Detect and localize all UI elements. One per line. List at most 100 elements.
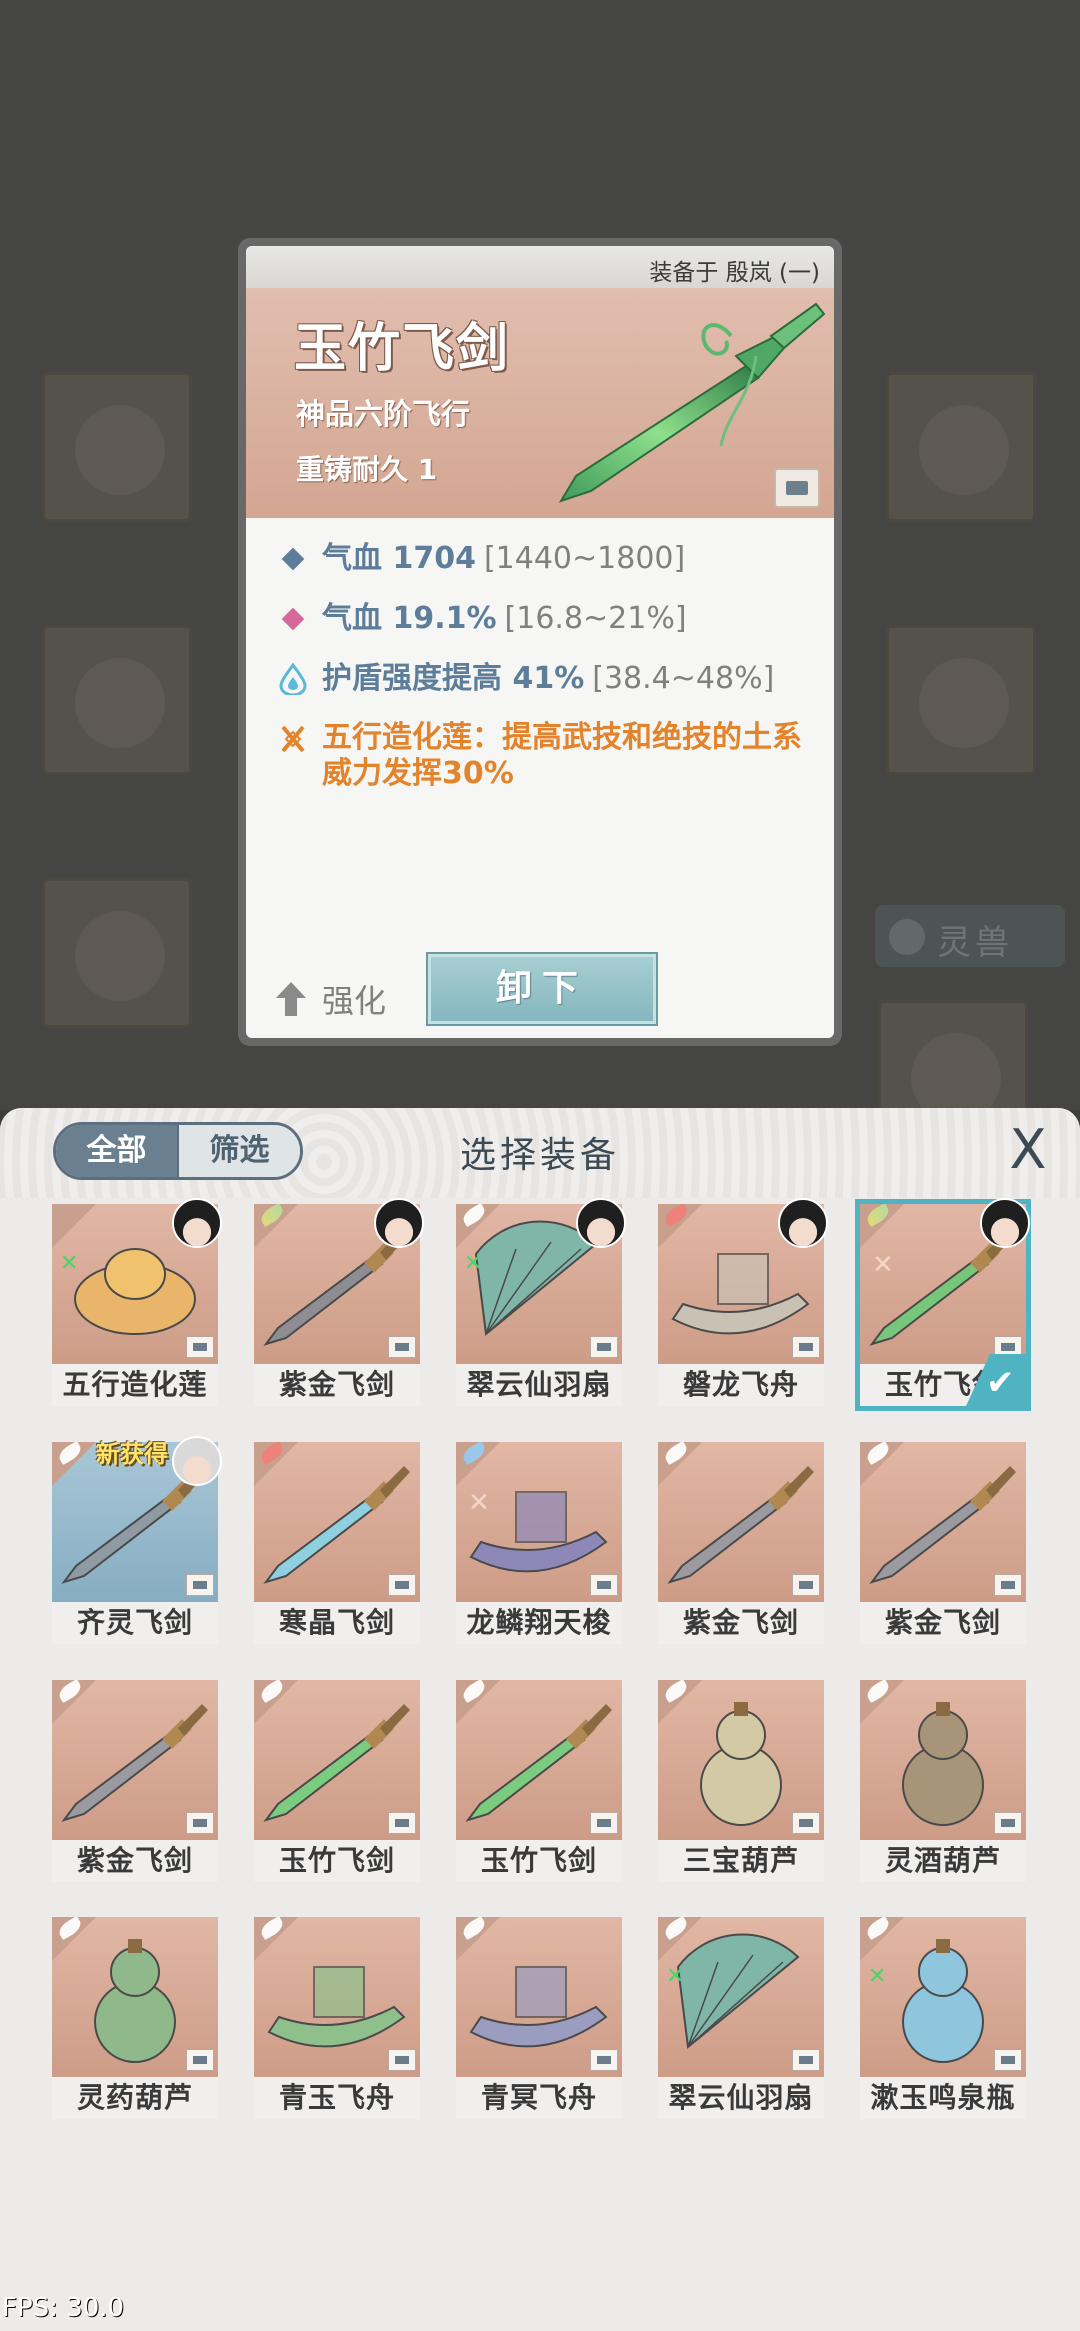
equipment-card[interactable]: 紫金飞剑: [860, 1442, 1026, 1644]
item-detail-popup: 装备于 殷岚 (一) 玉竹飞剑 神品六阶飞行 重铸耐久 1 气血 1704 [1…: [238, 238, 842, 1046]
wing-rank-icon: [52, 1680, 96, 1724]
stat-value: 气血 1704: [322, 541, 476, 576]
equipment-name: 齐灵飞剑: [52, 1602, 218, 1644]
unequip-button[interactable]: 卸下: [426, 952, 658, 1026]
equipment-card[interactable]: 紫金飞剑: [254, 1198, 424, 1406]
lock-icon: [590, 1574, 618, 1596]
owner-avatar: [980, 1198, 1030, 1248]
bg-equip-slot: [886, 625, 1036, 775]
lock-icon: [792, 2049, 820, 2071]
owner-avatar: [778, 1198, 828, 1248]
equipment-card[interactable]: 灵药葫芦: [52, 1917, 218, 2119]
equipment-card[interactable]: ✕ 翠云仙羽扇: [456, 1198, 626, 1406]
equipment-card[interactable]: 三宝葫芦: [658, 1680, 824, 1882]
stat-range: [1440~1800]: [483, 541, 686, 576]
equipment-card[interactable]: ✕ 玉竹飞剑 ✔: [855, 1198, 1031, 1411]
equipment-image: [52, 1917, 218, 2077]
equipment-name: 寒晶飞剑: [254, 1602, 420, 1644]
equipment-card[interactable]: 灵酒葫芦: [860, 1680, 1026, 1882]
equipment-card[interactable]: 新获得 齐灵飞剑: [52, 1436, 222, 1644]
five-elements-icon: [274, 720, 312, 758]
equipment-image: ✕: [658, 1917, 824, 2077]
equipment-card[interactable]: 青玉飞舟: [254, 1917, 420, 2119]
stat-row: 气血 1704 [1440~1800]: [274, 540, 812, 578]
lock-icon: [186, 2049, 214, 2071]
equipment-name: 龙鳞翔天梭: [456, 1602, 622, 1644]
equipment-card[interactable]: ✕ 翠云仙羽扇: [658, 1917, 824, 2119]
stat-range: [16.8~21%]: [504, 601, 687, 636]
equipment-card[interactable]: 寒晶飞剑: [254, 1442, 420, 1644]
bg-spirit-beast-tab: 灵兽: [875, 905, 1065, 967]
equipment-image: [658, 1680, 824, 1840]
wing-rank-icon: [860, 1680, 904, 1724]
lock-icon: [590, 1812, 618, 1834]
owner-avatar: [172, 1198, 222, 1248]
equipment-image: ✕: [860, 1917, 1026, 2077]
item-detail-header: 装备于 殷岚 (一) 玉竹飞剑 神品六阶飞行 重铸耐久 1: [246, 246, 834, 518]
equipment-name: 翠云仙羽扇: [456, 1364, 622, 1406]
equipment-name: 紫金飞剑: [52, 1840, 218, 1882]
owner-avatar: [172, 1436, 222, 1486]
enhance-label: 强化: [322, 982, 387, 1020]
equipment-name: 三宝葫芦: [658, 1840, 824, 1882]
owner-avatar: [576, 1198, 626, 1248]
equipment-name: 玉竹飞剑: [254, 1840, 420, 1882]
wing-rank-icon: [52, 1204, 96, 1248]
lock-icon: [792, 1812, 820, 1834]
equipment-card[interactable]: ✕ 五行造化莲: [52, 1198, 222, 1406]
equipment-card[interactable]: ✕ 漱玉鸣泉瓶: [860, 1917, 1026, 2119]
equipment-card[interactable]: 磐龙飞舟: [658, 1198, 828, 1406]
wing-rank-icon: [658, 1680, 702, 1724]
equipment-card[interactable]: ✕ 龙鳞翔天梭: [456, 1442, 622, 1644]
lock-icon: [186, 1812, 214, 1834]
equipment-image: [254, 1442, 420, 1602]
enhance-button[interactable]: 强化: [276, 976, 386, 1022]
equipment-select-panel: 全部 筛选 选择装备 X ✕ 五行造化莲 紫金飞剑 ✕ 翠云仙羽扇 磐龙飞舟 ✕ 玉竹飞剑 ✔ 新…: [0, 1108, 1080, 2331]
stat-row: 护盾强度提高 41% [38.4~48%]: [274, 660, 812, 698]
water-drop-icon: [274, 660, 312, 698]
item-detail-card: 装备于 殷岚 (一) 玉竹飞剑 神品六阶飞行 重铸耐久 1 气血 1704 [1…: [246, 246, 834, 1038]
wing-rank-icon: [254, 1917, 298, 1961]
equipment-image: [860, 1680, 1026, 1840]
equipment-name: 灵酒葫芦: [860, 1840, 1026, 1882]
equipment-name: 翠云仙羽扇: [658, 2077, 824, 2119]
panel-title: 选择装备: [459, 1135, 620, 1176]
equipment-name: 紫金飞剑: [658, 1602, 824, 1644]
equipment-card[interactable]: 紫金飞剑: [52, 1680, 218, 1882]
bg-equip-slot: [42, 878, 192, 1028]
lock-icon: [590, 1336, 618, 1358]
equipment-name: 五行造化莲: [52, 1364, 218, 1406]
lock-icon[interactable]: [774, 468, 820, 508]
stat-row: 气血 19.1% [16.8~21%]: [274, 600, 812, 638]
equipment-card[interactable]: 青冥飞舟: [456, 1917, 622, 2119]
checkmark-icon: ✔: [986, 1363, 1015, 1403]
green-clover-icon: ✕: [464, 1251, 483, 1276]
equipment-name: 青冥飞舟: [456, 2077, 622, 2119]
green-clover-icon: ✕: [868, 1964, 887, 1989]
equipment-card[interactable]: 玉竹飞剑: [456, 1680, 622, 1882]
lock-icon: [590, 2049, 618, 2071]
wing-rank-icon: [456, 1442, 500, 1486]
wing-rank-icon: [658, 1917, 702, 1961]
lock-icon: [994, 2049, 1022, 2071]
stat-value: 护盾强度提高 41%: [322, 661, 585, 696]
special-effect-text: 五行造化莲：提高武技和绝技的土系威力发挥30%: [322, 720, 802, 791]
item-rank: 神品六阶飞行: [296, 397, 471, 431]
equipment-card[interactable]: 紫金飞剑: [658, 1442, 824, 1644]
pink-diamond-icon: [274, 600, 312, 638]
owner-avatar: [374, 1198, 424, 1248]
lock-icon: [388, 2049, 416, 2071]
lock-icon: [994, 1574, 1022, 1596]
special-effect-row: 五行造化莲：提高武技和绝技的土系威力发挥30%: [274, 720, 812, 792]
item-stats: 气血 1704 [1440~1800] 气血 19.1% [16.8~21%] …: [246, 518, 834, 792]
wing-rank-icon: [860, 1204, 904, 1248]
lock-icon: [388, 1336, 416, 1358]
equipment-image: [52, 1680, 218, 1840]
equipment-image: [860, 1442, 1026, 1602]
lock-icon: [186, 1574, 214, 1596]
wing-rank-icon: [456, 1204, 500, 1248]
equipment-name: 紫金飞剑: [254, 1364, 420, 1406]
equipment-card[interactable]: 玉竹飞剑: [254, 1680, 420, 1882]
close-icon[interactable]: X: [1003, 1122, 1053, 1178]
wing-rank-icon: [658, 1204, 702, 1248]
